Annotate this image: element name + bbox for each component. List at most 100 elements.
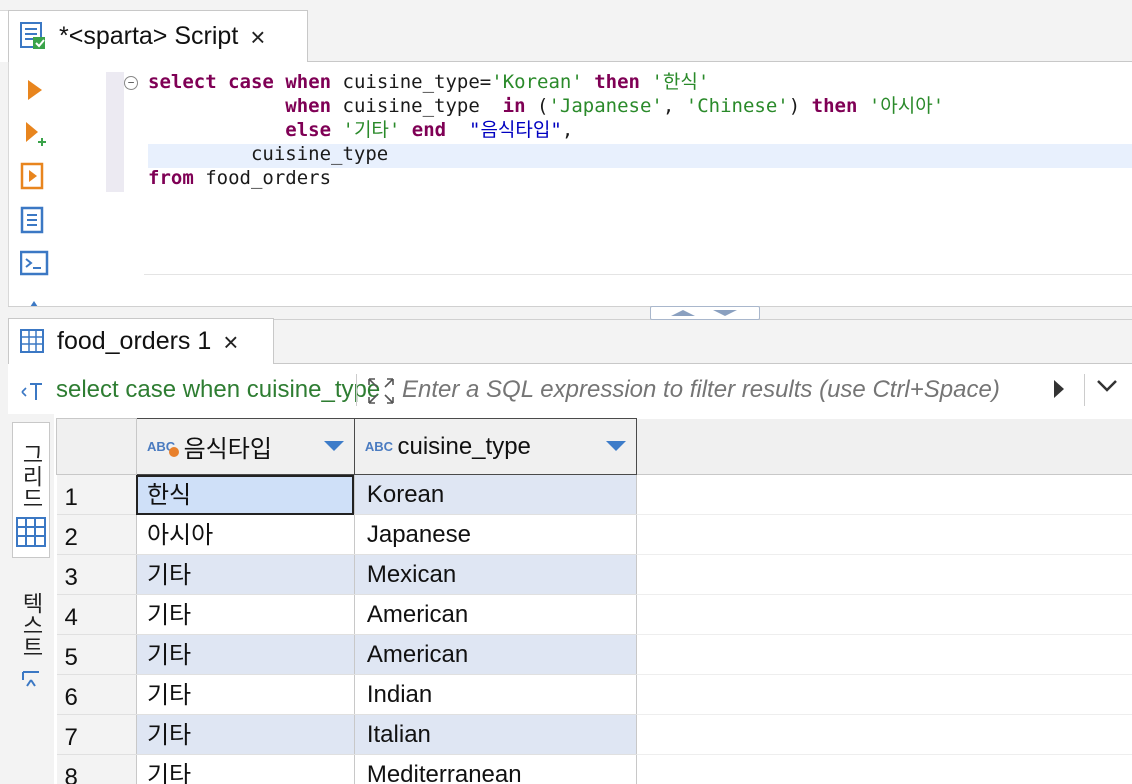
explain-plan-icon[interactable] xyxy=(20,206,48,234)
code-token: cuisine_type= xyxy=(342,71,492,93)
code-token: , xyxy=(561,119,574,141)
sort-dropdown-icon[interactable] xyxy=(605,441,626,451)
code-token: end xyxy=(411,119,447,141)
modified-indicator-icon xyxy=(169,446,180,457)
tab-text-view[interactable]: 텍스트 xyxy=(12,584,50,704)
row-filler xyxy=(636,594,1132,635)
table-cell[interactable]: Italian xyxy=(354,714,637,755)
row-number[interactable]: 6 xyxy=(56,674,137,715)
code-token: '한식' xyxy=(651,71,710,93)
row-filler xyxy=(636,514,1132,555)
terminal-icon[interactable] xyxy=(19,250,49,278)
sql-code[interactable]: select case when cuisine_type='Korean' t… xyxy=(148,70,944,190)
tab-script[interactable]: *<sparta> Script × xyxy=(8,10,308,62)
table-cell[interactable]: 아시아 xyxy=(136,514,355,555)
grid-icon xyxy=(16,517,46,553)
table-cell[interactable]: Indian xyxy=(354,674,637,715)
code-token: 'Korean' xyxy=(491,71,583,93)
divider xyxy=(1084,374,1085,406)
row-number[interactable]: 3 xyxy=(56,554,137,595)
table-cell[interactable]: 기타 xyxy=(136,554,355,595)
close-icon[interactable]: × xyxy=(223,329,238,355)
active-query-label[interactable]: select case when cuisine_type xyxy=(56,376,392,406)
results-grid[interactable]: ABC 음식타입 ABC cuisine_type 1 한식 Korean 2 … xyxy=(56,418,1132,784)
row-filler xyxy=(636,474,1132,515)
column-header-음식타입[interactable]: ABC 음식타입 xyxy=(135,418,355,475)
table-cell[interactable]: American xyxy=(354,634,637,675)
execute-statement-icon[interactable] xyxy=(20,76,48,104)
sort-dropdown-icon[interactable] xyxy=(323,441,344,451)
editor-tab-strip xyxy=(308,10,1132,62)
code-token: else xyxy=(285,119,332,141)
divider xyxy=(356,374,357,406)
column-header-cuisine-type[interactable]: ABC cuisine_type xyxy=(353,418,637,475)
grid-tab-label: 그리드 xyxy=(19,443,44,509)
row-filler xyxy=(636,754,1132,784)
code-token: when xyxy=(285,71,332,93)
code-token: 'Japanese' xyxy=(548,95,663,117)
table-cell[interactable]: American xyxy=(354,594,637,635)
table-cell[interactable]: 기타 xyxy=(136,594,355,635)
code-token: food_orders xyxy=(205,167,332,189)
query-text-icon xyxy=(20,380,44,407)
code-token: when xyxy=(285,95,332,117)
execute-script-icon[interactable] xyxy=(20,162,48,190)
table-cell[interactable]: Korean xyxy=(354,474,637,515)
code-token: from xyxy=(148,167,194,189)
table-row[interactable]: 1 한식 Korean xyxy=(56,474,1132,515)
script-tab-label: *<sparta> Script xyxy=(59,22,239,50)
text-tab-label: 텍스트 xyxy=(19,592,44,658)
apply-filter-icon[interactable] xyxy=(1052,378,1066,406)
table-cell[interactable]: Mediterranean xyxy=(354,754,637,784)
grid-header-row: ABC 음식타입 ABC cuisine_type xyxy=(56,418,1132,475)
code-token: ) xyxy=(788,95,801,117)
code-token: cuisine_type xyxy=(250,143,389,165)
table-row[interactable]: 5 기타 American xyxy=(56,634,1132,675)
fold-collapse-icon[interactable]: − xyxy=(124,76,138,90)
tab-grid-view[interactable]: 그리드 xyxy=(12,422,50,558)
column-name: 음식타입 xyxy=(183,436,272,463)
filter-expression-input[interactable] xyxy=(402,374,1042,406)
result-view-switcher: 그리드 텍스트 xyxy=(8,414,54,784)
table-row[interactable]: 6 기타 Indian xyxy=(56,674,1132,715)
expand-filter-icon[interactable] xyxy=(366,376,396,411)
table-row[interactable]: 4 기타 American xyxy=(56,594,1132,635)
more-tools-icon[interactable] xyxy=(20,296,48,306)
table-row[interactable]: 3 기타 Mexican xyxy=(56,554,1132,595)
string-type-icon: ABC xyxy=(364,439,394,454)
table-cell[interactable]: Mexican xyxy=(354,554,637,595)
row-number[interactable]: 5 xyxy=(56,634,137,675)
table-cell[interactable]: 기타 xyxy=(136,634,355,675)
table-cell[interactable]: 한식 xyxy=(136,474,355,515)
close-icon[interactable]: × xyxy=(250,24,265,50)
column-name: cuisine_type xyxy=(397,432,531,460)
grid-corner[interactable] xyxy=(56,418,137,475)
table-cell[interactable]: Japanese xyxy=(354,514,637,555)
row-number[interactable]: 2 xyxy=(56,514,137,555)
editor-toolbar xyxy=(8,62,60,306)
filter-bar: select case when cuisine_type xyxy=(8,364,1132,414)
code-token: in xyxy=(502,95,526,117)
code-token: case xyxy=(228,71,274,93)
row-filler xyxy=(636,714,1132,755)
table-row[interactable]: 7 기타 Italian xyxy=(56,714,1132,755)
code-token: then xyxy=(811,95,858,117)
table-cell[interactable]: 기타 xyxy=(136,674,355,715)
row-number[interactable]: 1 xyxy=(56,474,137,515)
results-tab-label: food_orders 1 xyxy=(57,327,212,355)
row-filler xyxy=(636,674,1132,715)
row-number[interactable]: 7 xyxy=(56,714,137,755)
table-row[interactable]: 2 아시아 Japanese xyxy=(56,514,1132,555)
filter-history-dropdown-icon[interactable] xyxy=(1096,378,1118,399)
row-number[interactable]: 8 xyxy=(56,754,137,784)
execute-new-tab-icon[interactable] xyxy=(20,120,48,148)
table-cell[interactable]: 기타 xyxy=(136,754,355,784)
sash-toggle-handle[interactable] xyxy=(650,306,760,320)
row-number[interactable]: 4 xyxy=(56,594,137,635)
row-filler xyxy=(636,554,1132,595)
tab-results[interactable]: food_orders 1 × xyxy=(8,318,274,364)
table-row[interactable]: 8 기타 Mediterranean xyxy=(56,754,1132,784)
code-token: then xyxy=(594,71,640,93)
sql-editor[interactable]: − select case when cuisine_type='Korean'… xyxy=(60,62,1132,306)
table-cell[interactable]: 기타 xyxy=(136,714,355,755)
